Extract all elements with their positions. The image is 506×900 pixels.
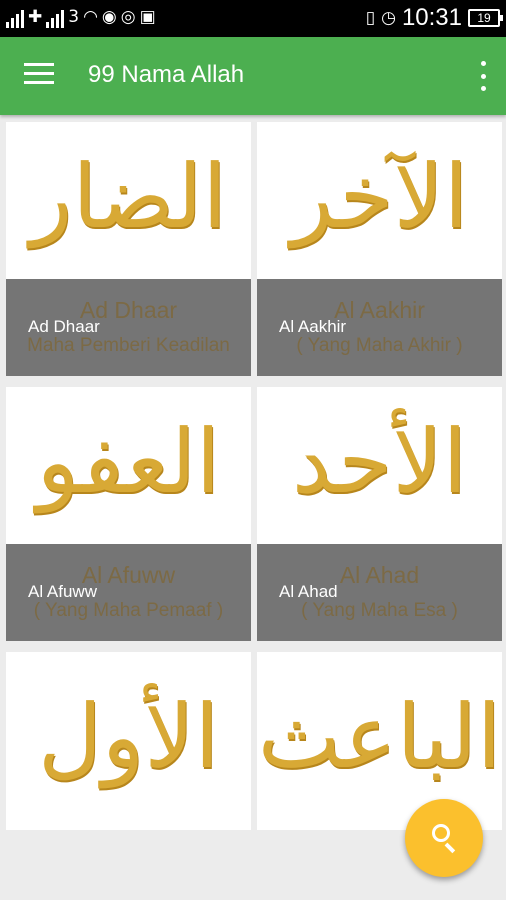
name-card[interactable]: الأحد Al Ahad ( Yang Maha Esa ) Al Ahad [257, 387, 502, 641]
name-card[interactable]: الباعث [257, 652, 502, 830]
network-3g-icon: 3 [68, 7, 80, 27]
wifi-icon: ◠ [83, 7, 98, 27]
name-card[interactable]: الآخر Al Aakhir ( Yang Maha Akhir ) Al A… [257, 122, 502, 376]
calligraphy-image: العفو [36, 410, 221, 513]
messenger-icon: ◉ [101, 7, 117, 27]
card-name-label: Al Afuww [28, 582, 97, 601]
card-caption: Al Aakhir ( Yang Maha Akhir ) Al Aakhir [257, 279, 502, 376]
search-button[interactable] [405, 799, 483, 877]
status-bar: ✚ 3 ◠ ◉ ◎ ▣ ▯ ◷ 10:31 19 [0, 0, 506, 37]
whatsapp-icon: ◎ [120, 7, 136, 27]
signal-icon [6, 8, 24, 28]
gallery-icon: ▣ [139, 7, 156, 27]
search-icon [432, 824, 450, 842]
card-meaning: ( Yang Maha Akhir ) [296, 335, 463, 356]
names-grid: الضار Ad Dhaar Maha Pemberi Keadilan Ad … [0, 118, 506, 830]
data-icon: ✚ [28, 7, 43, 27]
alarm-icon: ◷ [381, 8, 396, 28]
name-card[interactable]: الضار Ad Dhaar Maha Pemberi Keadilan Ad … [6, 122, 251, 376]
card-name-label: Al Ahad [279, 582, 338, 601]
card-caption: Al Ahad ( Yang Maha Esa ) Al Ahad [257, 544, 502, 641]
app-bar: 99 Nama Allah [0, 37, 506, 115]
signal-icon [46, 8, 65, 28]
calligraphy-image: الأول [37, 685, 220, 788]
more-options-icon[interactable] [478, 61, 488, 91]
battery-icon: 19 [468, 9, 503, 27]
calligraphy-image: الأحد [291, 410, 468, 513]
card-meaning: Maha Pemberi Keadilan [27, 335, 230, 356]
calligraphy-image: الباعث [257, 685, 502, 788]
name-card[interactable]: الأول [6, 652, 251, 830]
vibrate-icon: ▯ [365, 8, 376, 28]
card-name-label: Al Aakhir [279, 317, 347, 336]
clock-time: 10:31 [401, 4, 462, 31]
card-caption: Ad Dhaar Maha Pemberi Keadilan Ad Dhaar [6, 279, 251, 376]
page-title: 99 Nama Allah [88, 61, 245, 88]
card-name-label: Ad Dhaar [28, 317, 100, 336]
calligraphy-image: الآخر [290, 145, 469, 248]
card-caption: Al Afuww ( Yang Maha Pemaaf ) Al Afuww [6, 544, 251, 641]
card-meaning: ( Yang Maha Esa ) [301, 600, 458, 621]
card-meaning: ( Yang Maha Pemaaf ) [33, 600, 224, 621]
name-card[interactable]: العفو Al Afuww ( Yang Maha Pemaaf ) Al A… [6, 387, 251, 641]
calligraphy-image: الضار [30, 145, 227, 248]
hamburger-menu-icon[interactable] [24, 63, 54, 89]
